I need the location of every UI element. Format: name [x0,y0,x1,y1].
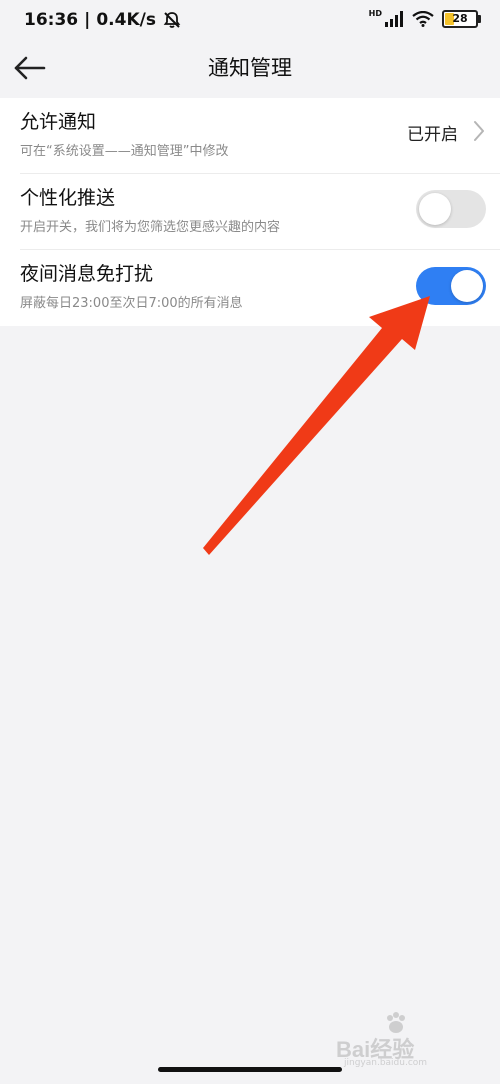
setting-row-allow-notifications[interactable]: 允许通知 可在“系统设置——通知管理”中修改 已开启 [0,98,500,174]
status-right: HD 28 [368,8,481,28]
settings-list: 允许通知 可在“系统设置——通知管理”中修改 已开启 个性化推送 开启开关，我们… [0,98,500,326]
setting-subtitle: 屏蔽每日23:00至次日7:00的所有消息 [20,296,243,311]
annotation-arrow-shape [203,296,430,555]
watermark: Bai经验 jingyan.baidu.com [336,1010,466,1070]
nav-bar: 通知管理 [0,40,500,98]
personalized-push-toggle[interactable] [416,190,486,228]
watermark-subtext: jingyan.baidu.com [344,1058,428,1068]
setting-title: 个性化推送 [20,187,116,209]
setting-row-personalized-push: 个性化推送 开启开关，我们将为您筛选您更感兴趣的内容 [0,174,500,250]
setting-value: 已开启 [407,125,458,145]
home-indicator[interactable] [158,1067,342,1072]
setting-subtitle: 开启开关，我们将为您筛选您更感兴趣的内容 [20,220,281,235]
setting-title: 夜间消息免打扰 [20,263,154,285]
setting-title: 允许通知 [20,111,97,133]
setting-row-night-dnd: 夜间消息免打扰 屏蔽每日23:00至次日7:00的所有消息 [0,250,500,326]
network-speed: 0.4K/s [96,10,156,30]
toggle-knob [451,270,483,302]
chevron-right-icon [474,121,484,141]
signal-icon [385,11,403,27]
battery-level: 28 [452,12,468,25]
toggle-knob [419,193,451,225]
battery-icon: 28 [442,10,481,28]
setting-subtitle: 可在“系统设置——通知管理”中修改 [20,144,229,159]
wifi-icon [412,11,434,27]
notifications-muted-icon [163,12,181,28]
status-left: 16:36 | 0.4K/s [24,10,182,30]
status-time: 16:36 [24,10,79,30]
night-dnd-toggle[interactable] [416,267,486,305]
hd-label: HD [368,8,382,18]
status-separator: | [84,10,91,30]
status-bar: 16:36 | 0.4K/s HD 28 [0,0,500,40]
page-title: 通知管理 [208,56,292,80]
